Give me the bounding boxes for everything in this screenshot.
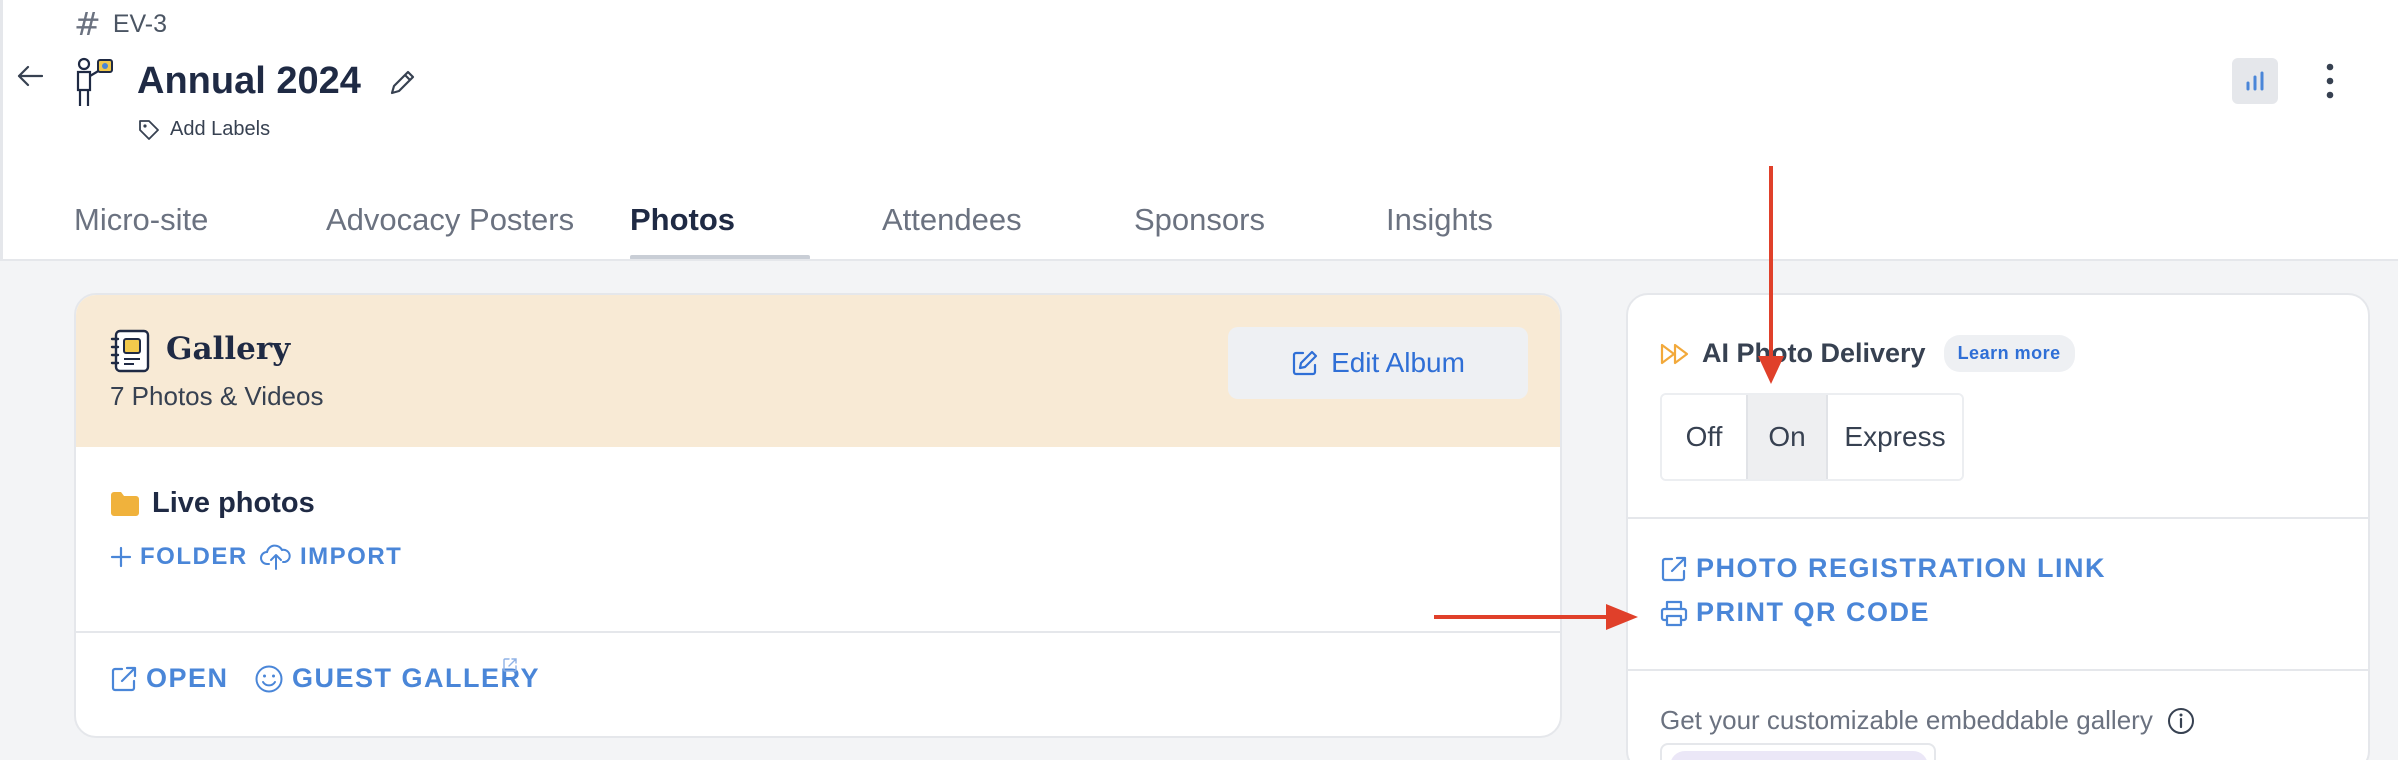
gallery-card: Gallery 7 Photos & Videos Edit Album Liv…	[74, 293, 1562, 738]
gallery-divider	[76, 631, 1560, 633]
ai-delivery-card: AI Photo Delivery Learn more Off On Expr…	[1626, 293, 2370, 760]
embed-gallery-text: Get your customizable embeddable gallery	[1660, 705, 2195, 736]
tab-micro-site[interactable]: Micro-site	[74, 190, 326, 260]
person-easel-icon	[70, 56, 122, 108]
ai-divider	[1628, 669, 2368, 671]
arrow-left-icon	[17, 65, 43, 87]
add-folder-label: FOLDER	[140, 543, 248, 570]
smile-icon	[255, 665, 283, 692]
printer-icon	[1660, 600, 1688, 626]
ai-delivery-mode-toggle: Off On Express	[1660, 393, 1964, 481]
edit-album-label: Edit Album	[1331, 347, 1465, 378]
back-button[interactable]	[10, 56, 50, 96]
gallery-title: Gallery	[166, 331, 291, 367]
ai-delivery-title: AI Photo Delivery	[1702, 338, 1926, 368]
bar-chart-icon	[2246, 71, 2264, 91]
guest-gallery-button[interactable]: GUEST GALLERY	[254, 663, 540, 694]
tab-advocacy-posters[interactable]: Advocacy Posters	[326, 190, 630, 260]
tag-icon	[139, 119, 159, 140]
embed-gallery-button[interactable]	[1660, 743, 1936, 760]
add-folder-button[interactable]: FOLDER	[110, 543, 248, 571]
edit-square-icon	[1292, 350, 1318, 376]
insights-button[interactable]	[2232, 58, 2278, 104]
external-link-icon	[502, 657, 518, 673]
open-label: OPEN	[146, 663, 229, 693]
gallery-header: Gallery 7 Photos & Videos Edit Album	[76, 295, 1560, 447]
print-qr-label: PRINT QR CODE	[1696, 597, 1931, 627]
open-gallery-button[interactable]: OPEN	[110, 663, 229, 694]
import-label: IMPORT	[300, 543, 403, 570]
event-code-label: EV-3	[112, 9, 168, 38]
tab-insights[interactable]: Insights	[1386, 190, 1566, 260]
ai-divider	[1628, 517, 2368, 519]
mode-off-option[interactable]: Off	[1662, 395, 1746, 479]
hash-icon: #	[74, 5, 101, 43]
photo-registration-link[interactable]: PHOTO REGISTRATION LINK	[1660, 553, 2106, 584]
notebook-icon	[110, 329, 154, 373]
vertical-dots-icon	[2326, 63, 2334, 99]
event-code: # EV-3	[74, 5, 168, 43]
mode-on-option[interactable]: On	[1746, 395, 1828, 479]
tab-photos[interactable]: Photos	[630, 190, 882, 260]
plus-icon	[110, 546, 132, 568]
fast-forward-icon	[1660, 343, 1689, 364]
pencil-icon	[390, 70, 415, 95]
event-title: Annual 2024	[137, 60, 361, 102]
add-labels-button[interactable]: Add Labels	[138, 118, 270, 141]
add-labels-label: Add Labels	[170, 118, 271, 140]
edit-album-button[interactable]: Edit Album	[1228, 327, 1528, 399]
import-button[interactable]: IMPORT	[260, 543, 402, 571]
tab-attendees[interactable]: Attendees	[882, 190, 1134, 260]
external-link-icon	[111, 666, 137, 691]
photo-registration-label: PHOTO REGISTRATION LINK	[1696, 553, 2107, 583]
folder-icon	[111, 491, 139, 516]
print-qr-code-button[interactable]: PRINT QR CODE	[1660, 597, 1930, 628]
info-icon[interactable]	[2167, 707, 2195, 735]
mode-express-option[interactable]: Express	[1828, 395, 1962, 479]
left-border	[0, 0, 3, 262]
folder-name: Live photos	[152, 487, 315, 519]
embed-gallery-label: Get your customizable embeddable gallery	[1660, 705, 2153, 735]
tab-bar: Micro-site Advocacy Posters Photos Atten…	[74, 190, 1566, 260]
folder-live-photos[interactable]: Live photos	[110, 487, 315, 520]
learn-more-link[interactable]: Learn more	[1943, 335, 2075, 372]
gallery-item-count: 7 Photos & Videos	[110, 381, 324, 411]
edit-title-button[interactable]	[383, 62, 423, 102]
tab-sponsors[interactable]: Sponsors	[1134, 190, 1386, 260]
ai-delivery-header: AI Photo Delivery Learn more	[1660, 335, 2075, 372]
external-link-icon	[1661, 556, 1687, 581]
more-options-button[interactable]	[2310, 58, 2350, 104]
cloud-upload-icon	[260, 544, 291, 570]
